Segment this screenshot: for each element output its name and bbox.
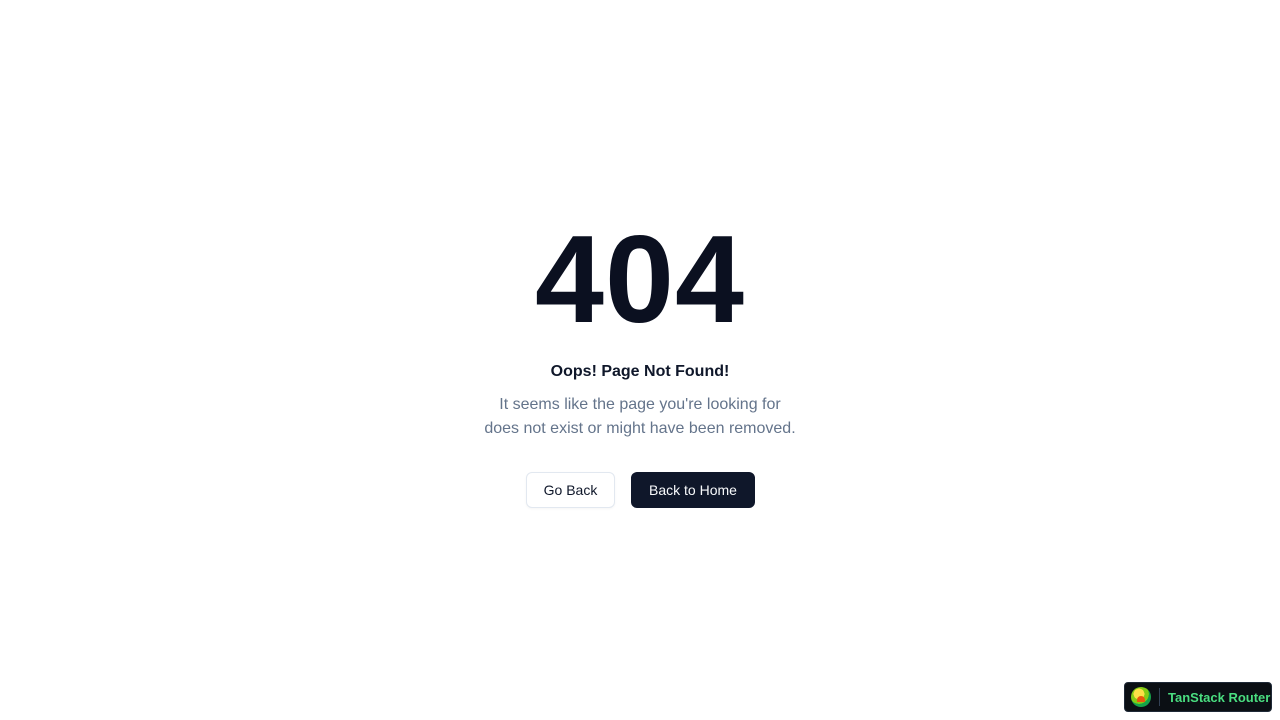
go-back-button[interactable]: Go Back bbox=[526, 472, 615, 508]
devtools-label: TanStack Router bbox=[1168, 689, 1271, 705]
error-code: 404 bbox=[535, 211, 745, 349]
back-to-home-button[interactable]: Back to Home bbox=[631, 472, 755, 508]
tanstack-router-logo-icon bbox=[1131, 687, 1151, 707]
devtools-divider bbox=[1159, 688, 1160, 706]
error-content: 404 Oops! Page Not Found! It seems like … bbox=[0, 0, 1280, 720]
error-title: Oops! Page Not Found! bbox=[550, 363, 730, 380]
error-actions: Go Back Back to Home bbox=[526, 472, 755, 508]
error-description-line-2: does not exist or might have been remove… bbox=[484, 420, 796, 437]
not-found-page: 404 Oops! Page Not Found! It seems like … bbox=[0, 0, 1280, 720]
error-description-line-1: It seems like the page you're looking fo… bbox=[499, 396, 781, 413]
error-description: It seems like the page you're looking fo… bbox=[440, 393, 840, 441]
tanstack-router-devtools-toggle[interactable]: TanStack Router bbox=[1124, 682, 1272, 712]
